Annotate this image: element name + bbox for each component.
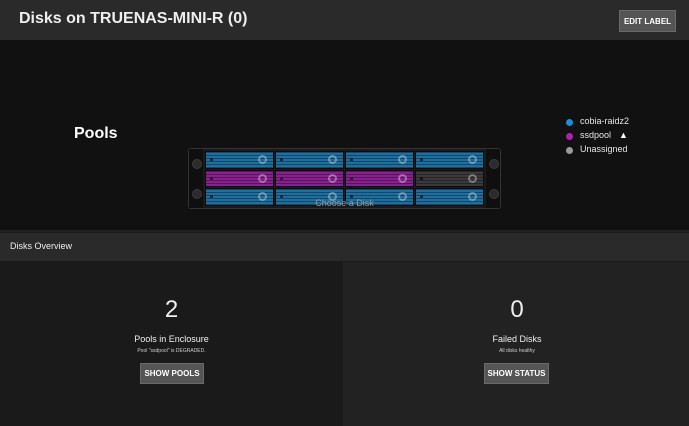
bay-led-icon xyxy=(210,176,213,180)
bay-latch-icon xyxy=(398,173,407,183)
disk-bay[interactable] xyxy=(275,169,344,188)
pools-count: 2 xyxy=(164,296,179,323)
disk-bay[interactable] xyxy=(205,151,274,169)
failed-disks-status-text: All disks healthy xyxy=(499,348,535,354)
legend-label: cobia-raidz2 xyxy=(580,116,630,126)
bay-latch-icon xyxy=(328,155,337,164)
warning-icon: ▲ xyxy=(619,130,628,140)
legend-color-dot xyxy=(566,147,573,154)
bay-latch-icon xyxy=(258,155,267,164)
bay-latch-icon xyxy=(398,155,407,164)
power-button-icon xyxy=(192,159,202,169)
edit-label-button[interactable]: EDIT LABEL xyxy=(619,10,676,32)
bay-led-icon xyxy=(350,158,353,161)
legend-color-dot xyxy=(566,119,573,126)
page-header: Disks on TRUENAS-MINI-R (0) EDIT LABEL xyxy=(0,0,689,41)
disk-bay[interactable] xyxy=(345,169,414,188)
bay-latch-icon xyxy=(468,155,477,164)
bay-led-icon xyxy=(350,176,353,180)
disk-bay[interactable] xyxy=(345,151,414,169)
enclosure-visual-panel: Pools Choose a Disk cobia-raidz2 ssdpool ▲… xyxy=(0,40,689,230)
page-title: Disks on TRUENAS-MINI-R (0) xyxy=(19,10,248,27)
show-status-button[interactable]: SHOW STATUS xyxy=(484,363,549,384)
show-pools-button[interactable]: SHOW POOLS xyxy=(140,363,204,384)
pools-heading: Pools xyxy=(74,125,118,142)
bay-led-icon xyxy=(420,158,423,161)
bay-led-icon xyxy=(420,176,423,180)
legend-label: ssdpool xyxy=(580,130,612,140)
pools-stat-panel: 2 Pools in Enclosure Pool "ssdpool" is D… xyxy=(0,262,343,426)
pools-label: Pools in Enclosure xyxy=(134,334,209,344)
ear-screw-icon xyxy=(489,159,499,169)
disk-bay[interactable] xyxy=(205,169,274,188)
bay-latch-icon xyxy=(468,173,477,183)
disk-bay[interactable] xyxy=(415,169,484,188)
bay-led-icon xyxy=(210,158,213,161)
disks-overview-header: Disks Overview xyxy=(0,232,689,262)
pools-status-text: Pool "ssdpool" is DEGRADED. xyxy=(137,348,206,354)
disk-bay[interactable] xyxy=(415,151,484,169)
choose-disk-hint: Choose a Disk xyxy=(315,198,374,208)
bay-led-icon xyxy=(280,176,283,180)
legend-color-dot xyxy=(566,133,573,140)
bay-led-icon xyxy=(280,158,283,161)
bay-latch-icon xyxy=(258,173,267,183)
disks-overview-title: Disks Overview xyxy=(10,241,73,251)
failed-disks-stat-panel: 0 Failed Disks All disks healthy SHOW ST… xyxy=(345,262,689,426)
legend-label: Unassigned xyxy=(580,144,628,154)
failed-disks-count: 0 xyxy=(510,296,524,323)
failed-disks-label: Failed Disks xyxy=(492,334,542,344)
bay-latch-icon xyxy=(328,173,337,183)
disk-bay[interactable] xyxy=(275,151,344,169)
